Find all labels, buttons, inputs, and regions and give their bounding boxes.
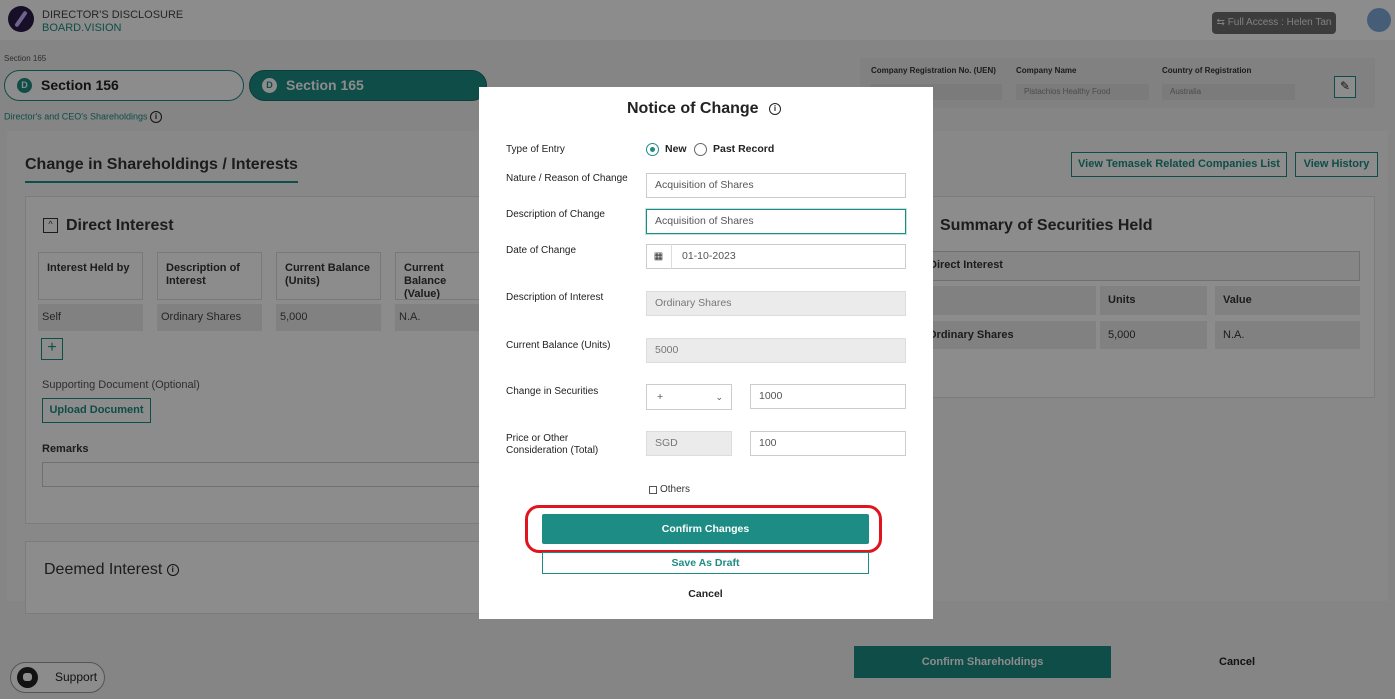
currency-field: SGD — [646, 431, 732, 456]
dialog-title-label: Notice of Change — [627, 100, 759, 117]
description-of-change-label: Description of Change — [506, 209, 605, 220]
radio-new-label: New — [665, 143, 687, 155]
change-sign-select[interactable]: + ⌄ — [646, 384, 732, 410]
dialog-title: Notice of Change i — [627, 100, 782, 118]
calendar-icon[interactable]: ▦ — [646, 244, 672, 269]
nature-of-change-label: Nature / Reason of Change — [506, 173, 628, 184]
price-consideration-label: Price or Other Consideration (Total) — [506, 433, 599, 456]
others-label: Others — [660, 484, 691, 495]
description-of-change-input[interactable]: Acquisition of Shares — [646, 209, 906, 234]
description-of-interest-label: Description of Interest — [506, 292, 604, 303]
chevron-down-icon: ⌄ — [715, 392, 723, 402]
date-value: 01-10-2023 — [682, 250, 736, 262]
radio-new[interactable] — [646, 143, 659, 156]
current-balance-label: Current Balance (Units) — [506, 340, 611, 351]
radio-past-record[interactable] — [694, 143, 707, 156]
save-as-draft-button[interactable]: Save As Draft — [542, 552, 869, 574]
confirm-changes-button[interactable]: Confirm Changes — [542, 514, 869, 544]
type-of-entry-label: Type of Entry — [506, 144, 565, 155]
change-in-securities-label: Change in Securities — [506, 386, 599, 397]
change-sign-value: + — [657, 391, 664, 403]
change-amount-input[interactable]: 1000 — [750, 384, 906, 409]
others-checkbox[interactable] — [649, 486, 657, 494]
dialog-cancel-label[interactable]: Cancel — [688, 588, 722, 600]
radio-past-record-label: Past Record — [713, 143, 775, 155]
dialog-cancel-button: Cancel — [0, 588, 1395, 600]
info-icon[interactable]: i — [769, 102, 782, 115]
date-of-change-label: Date of Change — [506, 245, 577, 256]
current-balance-input: 5000 — [646, 338, 906, 363]
price-input[interactable]: 100 — [750, 431, 906, 456]
description-of-interest-input: Ordinary Shares — [646, 291, 906, 316]
nature-of-change-input[interactable]: Acquisition of Shares — [646, 173, 906, 198]
